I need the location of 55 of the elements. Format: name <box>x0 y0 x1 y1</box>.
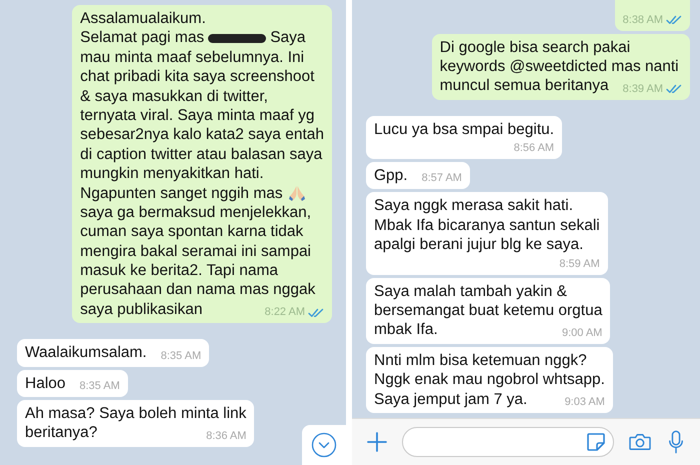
message-text: Nggk enak mau ngobrol whtsapp. <box>374 370 605 390</box>
message-text: Gpp. <box>374 166 408 186</box>
message-text: Ngapunten sanget nggih mas <box>80 184 283 203</box>
message-text: Haloo <box>25 374 66 394</box>
message-text: apalgi berani jujur blg ke saya. <box>374 235 584 255</box>
message-text: keywords @sweetdicted mas nanti <box>440 56 679 76</box>
message-text: Selamat pagi mas <box>80 28 204 48</box>
message-text: mbak Ifa. <box>374 320 438 340</box>
message-text: mengira bakal seramai ini sampai <box>80 242 312 262</box>
message-time: 8:35 AM <box>160 350 202 363</box>
message-text: Mbak Ifa bicaranya santun sekali <box>374 216 600 236</box>
message-time: 8:59 AM <box>559 258 600 271</box>
message-time: 8:56 AM <box>514 142 554 156</box>
scroll-down-button[interactable] <box>302 425 346 465</box>
message-time: 8:22 AM <box>264 306 305 320</box>
praying-hands-icon <box>286 184 307 202</box>
redaction-mark <box>208 34 266 43</box>
camera-icon[interactable] <box>628 432 652 452</box>
message-text: & saya masukkan di twitter, <box>80 86 268 106</box>
message-text: Nnti mlm bisa ketemuan nggk? <box>374 350 587 370</box>
message-text: perusahaan dan nama mas nggak <box>80 280 316 300</box>
message-text: Assalamualaikum. <box>80 9 206 28</box>
message-time: 8:57 AM <box>422 172 462 186</box>
message-text: masuk ke berita2. Tapi nama <box>80 261 278 280</box>
message-text: chat pribadi kita saya screenshoot <box>80 67 314 87</box>
message-text: beritanya? <box>25 423 98 443</box>
message-text: Saya nggk merasa sakit hati. <box>374 196 574 216</box>
message-text: Ah masa? Saya boleh minta link <box>25 404 246 424</box>
message-text: cuman saya spontan karna tidak <box>80 222 304 242</box>
message-time: 9:00 AM <box>562 326 602 340</box>
message-time: 8:38 AM <box>622 14 663 27</box>
message-text: mungkin menyakitkan hati. <box>80 164 264 184</box>
microphone-icon[interactable] <box>668 430 684 454</box>
message-text: saya publikasikan <box>80 300 202 320</box>
message-time: 9:03 AM <box>564 396 605 409</box>
message-text: muncul semua beritanya <box>440 76 609 96</box>
message-text: di caption twitter atau balasan saya <box>80 144 322 164</box>
message-time: 8:35 AM <box>80 380 120 394</box>
message-text: Saya malah tambah yakin & <box>374 282 567 302</box>
message-text: Waalaikumsalam. <box>25 343 147 363</box>
message-text: Saya jemput jam 7 ya. <box>374 390 528 410</box>
message-time: 8:36 AM <box>206 430 246 443</box>
message-text: ternyata viral. Saya minta maaf yg <box>80 106 314 126</box>
message-input-field[interactable] <box>402 427 614 457</box>
message-text: Saya <box>270 28 306 48</box>
message-text: Lucu ya bsa smpai begitu. <box>374 120 554 140</box>
message-text: bersemangat buat ketemu orgtua <box>374 301 602 320</box>
message-text: saya ga bermaksud menjelekkan, <box>80 202 312 222</box>
sticker-icon[interactable] <box>585 431 607 453</box>
plus-icon[interactable] <box>366 431 388 453</box>
message-time: 8:39 AM <box>622 82 663 96</box>
message-text: Di google bisa search pakai <box>440 38 630 57</box>
chevron-down-icon <box>311 432 337 458</box>
message-text: mau minta maaf sebelumnya. Ini <box>80 48 304 68</box>
message-text: sebesar2nya kalo kata2 saya entah <box>80 125 324 145</box>
